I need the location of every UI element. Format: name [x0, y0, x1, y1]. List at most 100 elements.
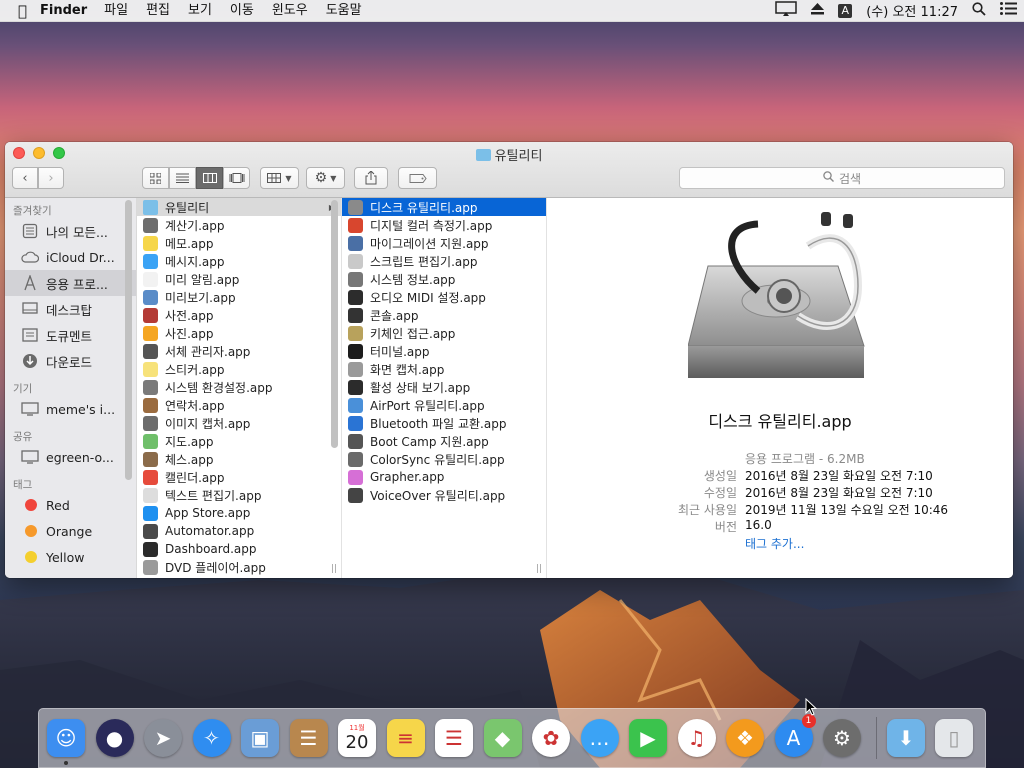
sidebar-item-icloud-drive[interactable]: iCloud Dr...: [5, 244, 136, 270]
contacts-icon[interactable]: ☰: [289, 719, 328, 757]
preview-icon[interactable]: ▣: [241, 719, 279, 757]
back-button[interactable]: ‹: [12, 167, 38, 189]
eject-icon[interactable]: [811, 2, 825, 19]
menu-go[interactable]: 이동: [221, 0, 263, 22]
file-row[interactable]: 유틸리티▶: [137, 198, 341, 216]
file-row[interactable]: 터미널.app: [342, 342, 546, 360]
action-button[interactable]: ⚙ ▼: [306, 167, 345, 189]
file-row[interactable]: 디지털 컬러 측정기.app: [342, 216, 546, 234]
sidebar-item-computer[interactable]: meme's i...: [5, 396, 136, 422]
downloads-stack-icon[interactable]: ⬇: [887, 719, 925, 757]
file-row[interactable]: 연락처.app: [137, 396, 341, 414]
sidebar-item-desktop[interactable]: 데스크탑: [5, 296, 136, 322]
input-source-icon[interactable]: A: [838, 3, 853, 18]
sidebar-item-applications[interactable]: 응용 프로...: [5, 270, 136, 296]
file-row[interactable]: 시스템 환경설정.app: [137, 378, 341, 396]
file-row[interactable]: Automator.app: [137, 522, 341, 540]
sidebar-scrollbar[interactable]: [125, 200, 132, 480]
menu-help[interactable]: 도움말: [317, 0, 371, 22]
menu-view[interactable]: 보기: [179, 0, 221, 22]
facetime-icon[interactable]: ▶: [629, 719, 667, 757]
file-row[interactable]: DVD 플레이어.app: [137, 558, 341, 576]
file-row[interactable]: 스크립트 편집기.app: [342, 252, 546, 270]
file-row[interactable]: 이미지 캡처.app: [137, 414, 341, 432]
file-row[interactable]: 키체인 접근.app: [342, 324, 546, 342]
clock[interactable]: (수) 오전 11:27: [866, 1, 958, 20]
messages-icon[interactable]: …: [580, 719, 619, 757]
tags-button[interactable]: [398, 167, 437, 189]
file-row[interactable]: 계산기.app: [137, 216, 341, 234]
airplay-display-icon[interactable]: [775, 0, 797, 21]
file-row[interactable]: 캘린더.app: [137, 468, 341, 486]
file-row[interactable]: 사전.app: [137, 306, 341, 324]
file-row[interactable]: ColorSync 유틸리티.app: [342, 450, 546, 468]
finder-icon[interactable]: ☺: [47, 719, 85, 757]
file-row[interactable]: 스티커.app: [137, 360, 341, 378]
file-row[interactable]: 디스크 유틸리티.app: [342, 198, 546, 216]
file-row[interactable]: Bluetooth 파일 교환.app: [342, 414, 546, 432]
sidebar-item-all-files[interactable]: 나의 모든...: [5, 218, 136, 244]
ibooks-icon[interactable]: ❖: [726, 719, 764, 757]
file-row[interactable]: 시스템 정보.app: [342, 270, 546, 288]
reminders-icon[interactable]: ☰: [435, 719, 473, 757]
file-row[interactable]: 활성 상태 보기.app: [342, 378, 546, 396]
file-row[interactable]: 미리 알림.app: [137, 270, 341, 288]
sidebar-tag-yellow[interactable]: Yellow: [5, 544, 136, 570]
sidebar-tag-orange[interactable]: Orange: [5, 518, 136, 544]
view-gallery-button[interactable]: [223, 167, 250, 189]
system-preferences-icon[interactable]: ⚙: [823, 719, 861, 757]
launchpad-icon[interactable]: ➤: [144, 719, 182, 757]
file-row[interactable]: 미리보기.app: [137, 288, 341, 306]
file-name: Boot Camp 지원.app: [370, 434, 489, 449]
sidebar-item-documents[interactable]: 도큐멘트: [5, 322, 136, 348]
app-menu[interactable]: Finder: [36, 0, 95, 22]
file-row[interactable]: 텍스트 편집기.app: [137, 486, 341, 504]
file-row[interactable]: 지도.app: [137, 432, 341, 450]
file-row[interactable]: AirPort 유틸리티.app: [342, 396, 546, 414]
search-field[interactable]: 검색: [679, 167, 1005, 189]
file-row[interactable]: 메시지.app: [137, 252, 341, 270]
file-row[interactable]: 콘솔.app: [342, 306, 546, 324]
notes-icon[interactable]: ≡: [386, 719, 425, 757]
app-store-icon[interactable]: A1: [774, 714, 816, 757]
sidebar-item-downloads[interactable]: 다운로드: [5, 348, 136, 374]
file-row[interactable]: 화면 캡처.app: [342, 360, 546, 378]
column-resize-handle-icon[interactable]: ||: [536, 564, 542, 574]
file-row[interactable]: 오디오 MIDI 설정.app: [342, 288, 546, 306]
safari-icon[interactable]: ✧: [192, 719, 231, 757]
sidebar-tag-red[interactable]: Red: [5, 492, 136, 518]
view-columns-button[interactable]: [196, 167, 223, 189]
photos-icon[interactable]: ✿: [532, 719, 570, 757]
calendar-icon[interactable]: 11월 20: [338, 719, 376, 757]
forward-button[interactable]: ›: [38, 167, 64, 189]
file-row[interactable]: Boot Camp 지원.app: [342, 432, 546, 450]
file-row[interactable]: 사진.app: [137, 324, 341, 342]
file-row[interactable]: Grapher.app: [342, 468, 546, 486]
itunes-icon[interactable]: ♫: [677, 719, 716, 757]
share-button[interactable]: [354, 167, 388, 189]
column-resize-handle-icon[interactable]: ||: [331, 564, 337, 574]
chevron-left-icon: ‹: [22, 170, 28, 186]
view-list-button[interactable]: [169, 167, 196, 189]
file-row[interactable]: 마이그레이션 지원.app: [342, 234, 546, 252]
trash-icon[interactable]: ▯: [935, 719, 973, 757]
file-row[interactable]: VoiceOver 유틸리티.app: [342, 486, 546, 504]
apple-menu-icon[interactable]: : [0, 0, 36, 22]
menu-edit[interactable]: 편집: [137, 0, 179, 22]
file-row[interactable]: 서체 관리자.app: [137, 342, 341, 360]
sidebar-item-shared-computer[interactable]: egreen-o...: [5, 444, 136, 470]
add-tags-link[interactable]: 태그 추가...: [745, 535, 804, 552]
file-row[interactable]: 메모.app: [137, 234, 341, 252]
siri-icon[interactable]: ●: [95, 719, 134, 757]
notification-center-icon[interactable]: [1000, 2, 1017, 19]
menu-window[interactable]: 윈도우: [263, 0, 317, 22]
file-row[interactable]: Dashboard.app: [137, 540, 341, 558]
arrange-button[interactable]: ▼: [260, 167, 299, 189]
spotlight-icon[interactable]: [972, 1, 986, 20]
file-row[interactable]: 체스.app: [137, 450, 341, 468]
menu-file[interactable]: 파일: [95, 0, 137, 22]
maps-icon[interactable]: ◆: [483, 719, 522, 757]
file-row[interactable]: App Store.app: [137, 504, 341, 522]
column-scrollbar[interactable]: [331, 200, 338, 448]
view-icons-button[interactable]: [142, 167, 169, 189]
